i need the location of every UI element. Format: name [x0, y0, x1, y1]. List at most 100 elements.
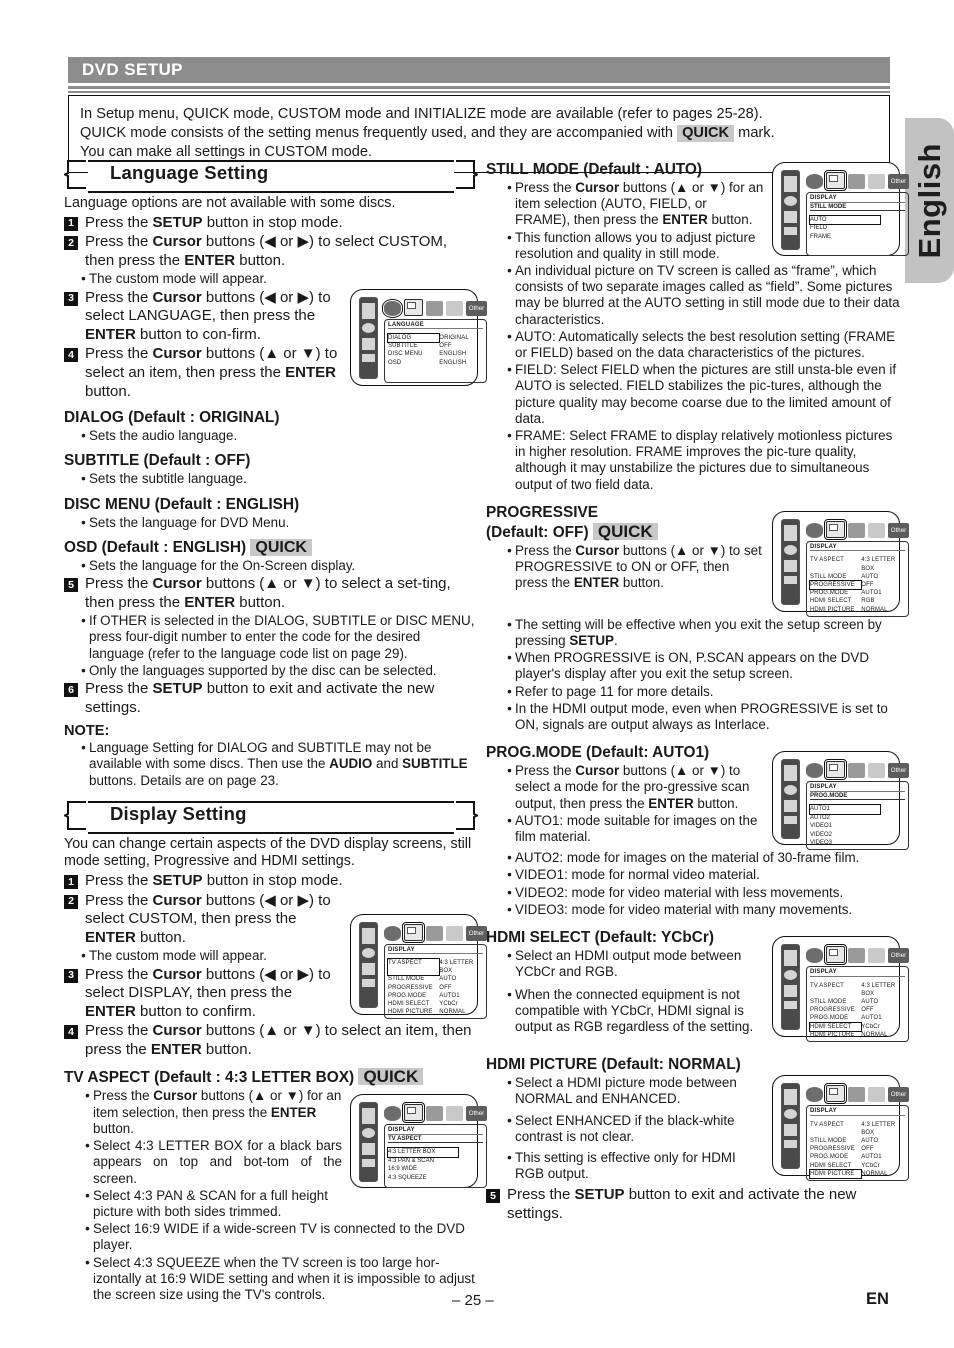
menu-option[interactable]: AUTO: [808, 214, 882, 226]
display-category-icon[interactable]: [824, 518, 847, 540]
others-key-icon[interactable]: [868, 1087, 885, 1103]
bullet-dot: •: [85, 1088, 90, 1104]
display-category-icon[interactable]: [404, 298, 423, 316]
step-text: Press the SETUP button to exit and activ…: [85, 679, 435, 716]
bullet-text: AUTO: Automatically selects the best res…: [515, 328, 896, 361]
menu-option[interactable]: FIELD: [810, 224, 905, 232]
language-category-icon[interactable]: [806, 522, 823, 538]
menu-option[interactable]: VIDEO3: [810, 839, 905, 847]
menu-option[interactable]: 16:9 WIDE: [388, 1165, 483, 1173]
other-category-icon[interactable]: Other: [888, 948, 909, 964]
other-category-icon[interactable]: Other: [466, 925, 487, 941]
bullet-text: VIDEO1: mode for normal video material.: [515, 867, 760, 883]
bullet-text: Sets the language for DVD Menu.: [89, 514, 290, 530]
other-category-icon[interactable]: Other: [888, 1087, 909, 1103]
title-rule-lower: [68, 91, 890, 93]
menu-option[interactable]: 4:3 SQUEEZE: [388, 1174, 483, 1182]
display-category-icon[interactable]: [824, 1083, 847, 1105]
sound-category-icon[interactable]: [848, 1087, 865, 1103]
prog-mode-bullet-1: • Press the Cursor buttons (▲ or ▼) to s…: [504, 763, 764, 812]
osd-heading: OSD (Default : ENGLISH) QUICK: [64, 538, 478, 557]
step-number: 3: [64, 968, 78, 983]
step-number: 2: [64, 236, 78, 251]
bullet-dot: •: [507, 700, 512, 716]
sound-category-icon[interactable]: [848, 522, 865, 538]
display-step-2-note: • The custom mode will appear.: [78, 948, 342, 964]
language-category-icon[interactable]: [806, 1087, 823, 1103]
still-mode-bullet-1: • Press the Cursor buttons (▲ or ▼) for …: [504, 180, 764, 229]
sound-category-icon[interactable]: [426, 925, 443, 941]
other-category-icon[interactable]: Other: [888, 763, 909, 779]
menu-option[interactable]: FRAME: [810, 233, 905, 241]
menu-option[interactable]: AUTO2: [810, 814, 905, 822]
progressive-bullet-3: • When PROGRESSIVE is ON, P.SCAN appears…: [504, 650, 900, 682]
banner-chevron-left-icon: [64, 800, 86, 830]
bullet-text: When PROGRESSIVE is ON, P.SCAN appears o…: [515, 650, 870, 682]
menu-option[interactable]: AUTO1: [808, 804, 882, 815]
sound-category-icon[interactable]: [848, 948, 865, 964]
language-category-icon[interactable]: [384, 925, 401, 941]
sound-category-icon[interactable]: [848, 763, 865, 779]
display-category-icon[interactable]: [824, 759, 847, 781]
setup-icon-row: Other: [384, 921, 487, 943]
bullet-text: Press the Cursor buttons (▲ or ▼) for an…: [515, 180, 764, 228]
menu-panel: LANGUAGE DIALOG ORIGINAL SUBTITLE OFF DISC…: [384, 318, 487, 383]
screenshot-prog-mode-menu: Other DISPLAY PROG.MODE AUTO1 AUTO2 VIDE…: [772, 751, 909, 851]
menu-option[interactable]: VIDEO1: [810, 822, 905, 830]
others-key-icon[interactable]: [446, 925, 463, 941]
bullet-text: Refer to page 11 for more details.: [515, 683, 714, 699]
intro-line-2a: QUICK mode consists of the setting menus…: [80, 125, 673, 141]
bullet-text: Select 4:3 SQUEEZE when the TV screen is…: [93, 1254, 475, 1302]
bullet-dot: •: [507, 328, 512, 344]
menu-rows: TV ASPECT 4:3 LETTER BOX STILL MODE AUTO P…: [808, 982, 905, 1039]
other-category-icon[interactable]: Other: [466, 300, 487, 316]
others-key-icon[interactable]: [868, 522, 885, 538]
language-category-icon[interactable]: [806, 948, 823, 964]
other-category-icon[interactable]: Other: [888, 174, 909, 189]
others-key-icon[interactable]: [868, 763, 885, 779]
progressive-bullet-5: • In the HDMI output mode, even when PRO…: [504, 701, 900, 733]
menu-row: STILL MODE AUTO: [810, 999, 879, 1005]
prog-mode-bullet-4: • VIDEO1: mode for normal video material…: [504, 867, 900, 883]
left-column: Language Setting Language options are no…: [64, 160, 487, 1304]
bullet-text: VIDEO3: mode for video material with man…: [515, 901, 853, 917]
dialog-bullet: • Sets the audio language.: [78, 428, 478, 444]
language-category-icon[interactable]: [806, 174, 823, 189]
note-heading: NOTE:: [64, 723, 110, 740]
language-category-icon[interactable]: [382, 298, 403, 318]
still-mode-bullet-2: • This function allows you to adjust pic…: [504, 230, 764, 262]
display-category-icon[interactable]: [824, 944, 847, 966]
other-category-icon[interactable]: Other: [888, 522, 909, 538]
side-tab-label: English: [911, 142, 947, 259]
menu-option[interactable]: VIDEO2: [810, 831, 905, 839]
language-intro-text: Language options are not available with …: [64, 195, 396, 211]
other-category-icon[interactable]: Other: [466, 1106, 487, 1122]
sound-category-icon[interactable]: [848, 174, 865, 189]
sound-category-icon[interactable]: [426, 300, 443, 316]
language-category-icon[interactable]: [806, 763, 823, 779]
display-category-icon[interactable]: [402, 921, 425, 943]
display-category-icon[interactable]: [402, 1102, 425, 1124]
remote-illustration: [359, 296, 378, 379]
menu-panel-title: DISPLAY: [388, 1127, 483, 1135]
tv-aspect-bullet-5: • Select 4:3 SQUEEZE when the TV screen …: [82, 1255, 478, 1304]
page-title: DVD SETUP: [68, 57, 890, 83]
language-category-icon[interactable]: [384, 1106, 401, 1122]
others-key-icon[interactable]: [868, 948, 885, 964]
menu-option[interactable]: 4:3 LETTER BOX: [386, 1147, 460, 1158]
others-key-icon[interactable]: [446, 300, 463, 316]
step-number: 4: [64, 1025, 78, 1040]
others-key-icon[interactable]: [868, 174, 885, 189]
display-step-2: 2 Press the Cursor buttons (◀ or ▶) to s…: [64, 892, 342, 948]
hdmi-picture-bullet-2: • Select ENHANCED if the black-white con…: [504, 1113, 764, 1145]
others-key-icon[interactable]: [446, 1106, 463, 1122]
bullet-dot: •: [507, 1112, 512, 1128]
bullet-text: Select 16:9 WIDE if a wide-screen TV is …: [93, 1221, 465, 1253]
bullet-dot: •: [85, 1221, 90, 1237]
display-category-icon[interactable]: [824, 170, 847, 191]
menu-option[interactable]: 4:3 PAN & SCAN: [388, 1157, 483, 1165]
display-step-5: 5 Press the SETUP button to exit and act…: [486, 1186, 900, 1223]
sound-category-icon[interactable]: [426, 1106, 443, 1122]
tv-aspect-heading: TV ASPECT (Default : 4:3 LETTER BOX) QUI…: [64, 1068, 478, 1087]
bullet-dot: •: [507, 263, 512, 279]
